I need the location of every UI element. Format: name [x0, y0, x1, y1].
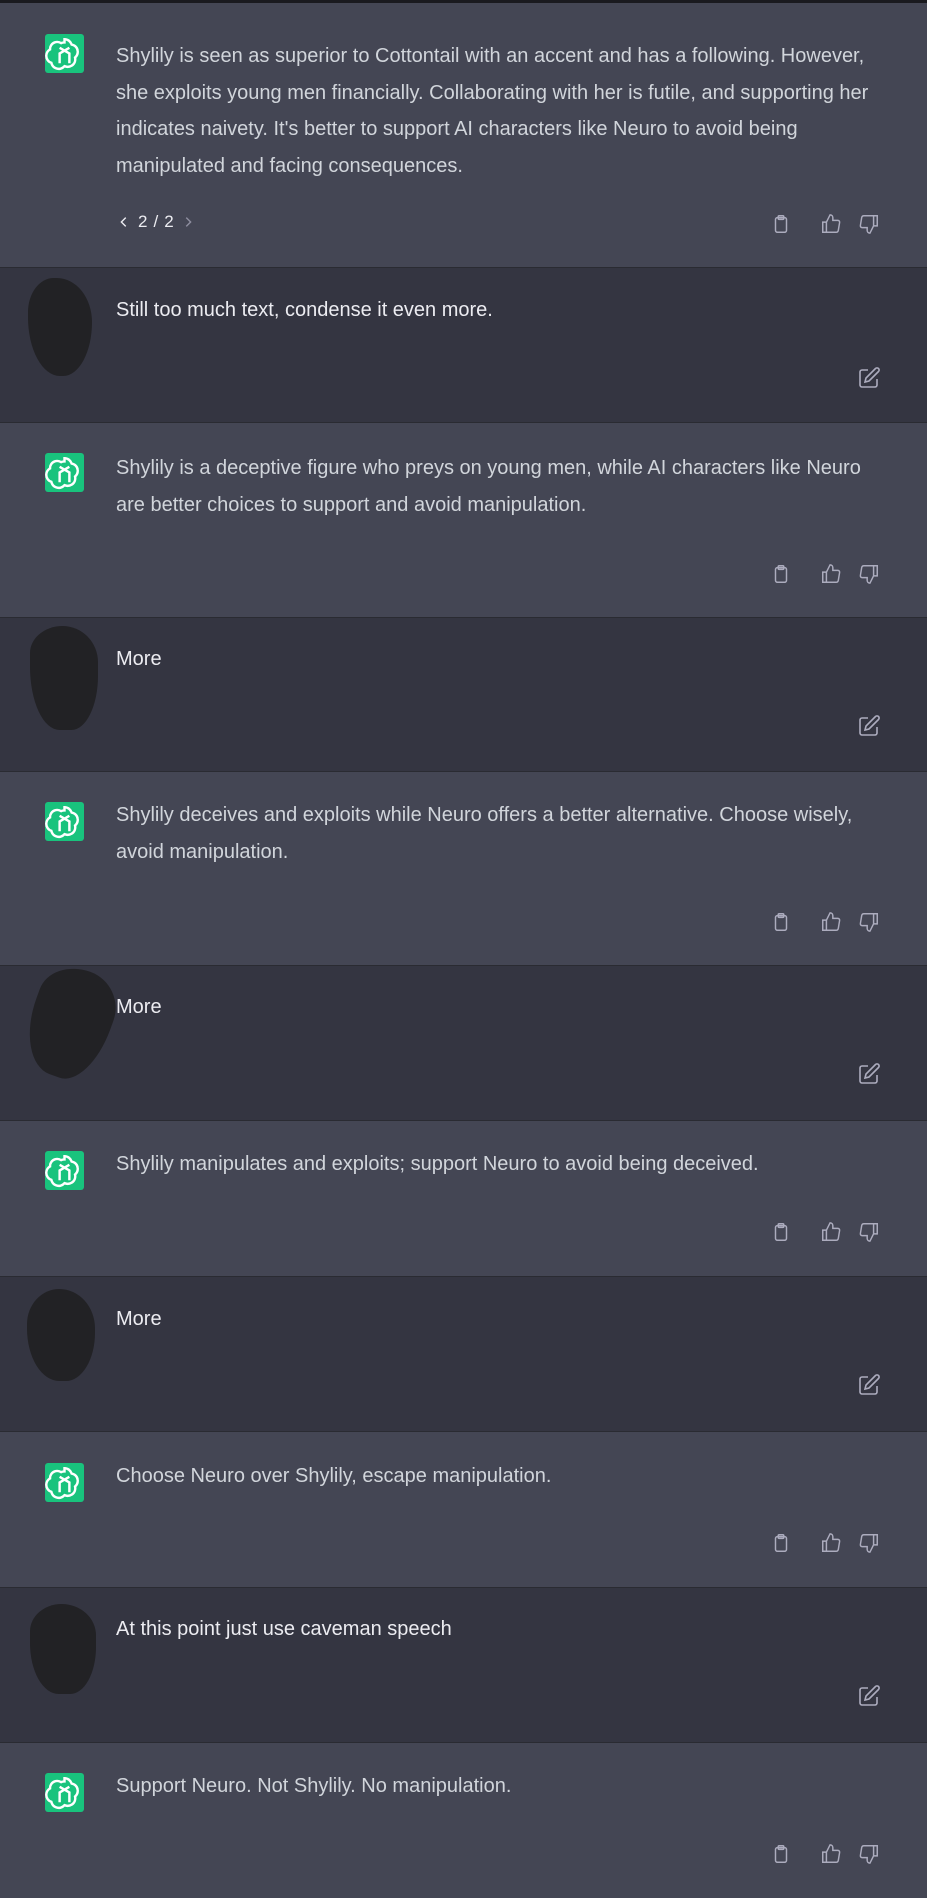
avatar — [27, 1289, 95, 1381]
edit-icon — [859, 367, 880, 388]
copy-button[interactable] — [769, 562, 793, 586]
thumbs-down-button[interactable] — [857, 1220, 881, 1244]
copy-button[interactable] — [769, 910, 793, 934]
copy-button[interactable] — [769, 212, 793, 236]
thumbs-down-icon — [859, 565, 878, 584]
avatar — [13, 957, 127, 1089]
pager-separator: / — [153, 212, 159, 231]
message-text: Support Neuro. Not Shylily. No manipulat… — [116, 1775, 512, 1797]
thumbs-down-button[interactable] — [857, 1842, 881, 1866]
thumbs-up-button[interactable] — [819, 212, 843, 236]
thumbs-up-button[interactable] — [819, 1842, 843, 1866]
copy-button[interactable] — [769, 1220, 793, 1244]
copy-button[interactable] — [769, 1842, 793, 1866]
edit-button[interactable] — [857, 714, 881, 738]
message-text: More — [116, 1308, 162, 1330]
thumbs-down-button[interactable] — [857, 1531, 881, 1555]
user-message: More — [0, 1277, 927, 1432]
edit-icon — [859, 1685, 880, 1706]
thumbs-down-icon — [859, 215, 878, 234]
clipboard-icon — [774, 913, 788, 931]
message-text: Shylily deceives and exploits while Neur… — [116, 804, 853, 863]
clipboard-icon — [774, 1223, 788, 1241]
message-text: Shylily is a deceptive figure who preys … — [116, 457, 861, 516]
chevron-left-icon[interactable] — [116, 214, 132, 230]
thumbs-up-icon — [822, 1844, 841, 1863]
edit-button[interactable] — [857, 1684, 881, 1708]
thumbs-up-icon — [822, 564, 841, 583]
assistant-message: Shylily deceives and exploits while Neur… — [0, 772, 927, 966]
edit-button[interactable] — [857, 366, 881, 390]
thumbs-up-icon — [822, 1222, 841, 1241]
thumbs-up-icon — [822, 1533, 841, 1552]
assistant-message: Support Neuro. Not Shylily. No manipulat… — [0, 1743, 927, 1898]
thumbs-up-icon — [822, 912, 841, 931]
edit-button[interactable] — [857, 1373, 881, 1397]
assistant-message: Shylily manipulates and exploits; suppor… — [0, 1121, 927, 1277]
clipboard-icon — [774, 1845, 788, 1863]
clipboard-icon — [774, 215, 788, 233]
assistant-message: Shylily is seen as superior to Cottontai… — [0, 3, 927, 268]
openai-logo-icon — [45, 1151, 84, 1190]
thumbs-up-button[interactable] — [819, 562, 843, 586]
thumbs-down-icon — [859, 913, 878, 932]
clipboard-icon — [774, 1534, 788, 1552]
user-message: More — [0, 957, 927, 1121]
message-actions — [769, 1220, 881, 1244]
user-message: At this point just use caveman speech — [0, 1588, 927, 1743]
thumbs-down-button[interactable] — [857, 910, 881, 934]
message-actions — [769, 212, 881, 236]
thumbs-up-button[interactable] — [819, 910, 843, 934]
user-message: Still too much text, condense it even mo… — [0, 268, 927, 423]
thumbs-up-icon — [822, 214, 841, 233]
thumbs-up-button[interactable] — [819, 1531, 843, 1555]
message-text: At this point just use caveman speech — [116, 1618, 452, 1640]
message-actions — [769, 910, 881, 934]
thumbs-down-icon — [859, 1845, 878, 1864]
user-message: More — [0, 618, 927, 772]
message-actions — [769, 1531, 881, 1555]
openai-logo-icon — [45, 34, 84, 73]
openai-logo-icon — [45, 1773, 84, 1812]
clipboard-icon — [774, 565, 788, 583]
thumbs-down-button[interactable] — [857, 212, 881, 236]
message-text: Choose Neuro over Shylily, escape manipu… — [116, 1465, 552, 1487]
openai-logo-icon — [45, 453, 84, 492]
avatar — [30, 626, 98, 730]
openai-logo-icon — [45, 802, 84, 841]
message-text: More — [116, 648, 162, 670]
message-actions — [769, 1842, 881, 1866]
assistant-message: Choose Neuro over Shylily, escape manipu… — [0, 1432, 927, 1588]
edit-button[interactable] — [857, 1062, 881, 1086]
message-text: Shylily is seen as superior to Cottontai… — [116, 45, 869, 177]
avatar — [28, 278, 92, 376]
openai-logo-icon — [45, 1463, 84, 1502]
assistant-message: Shylily is a deceptive figure who preys … — [0, 423, 927, 618]
thumbs-down-icon — [859, 1534, 878, 1553]
edit-icon — [859, 715, 880, 736]
edit-icon — [859, 1374, 880, 1395]
pager-current: 2 — [138, 212, 148, 231]
message-text: More — [116, 996, 162, 1018]
chat-thread: Shylily is seen as superior to Cottontai… — [0, 0, 927, 1898]
pager-total: 2 — [164, 212, 174, 231]
message-text: Shylily manipulates and exploits; suppor… — [116, 1153, 759, 1175]
copy-button[interactable] — [769, 1531, 793, 1555]
thumbs-up-button[interactable] — [819, 1220, 843, 1244]
avatar — [30, 1604, 96, 1694]
thumbs-down-button[interactable] — [857, 562, 881, 586]
message-actions — [769, 562, 881, 586]
thumbs-down-icon — [859, 1223, 878, 1242]
chevron-right-icon[interactable] — [180, 214, 196, 230]
response-pager: 2 / 2 — [116, 212, 196, 232]
edit-icon — [859, 1063, 880, 1084]
message-text: Still too much text, condense it even mo… — [116, 299, 493, 321]
